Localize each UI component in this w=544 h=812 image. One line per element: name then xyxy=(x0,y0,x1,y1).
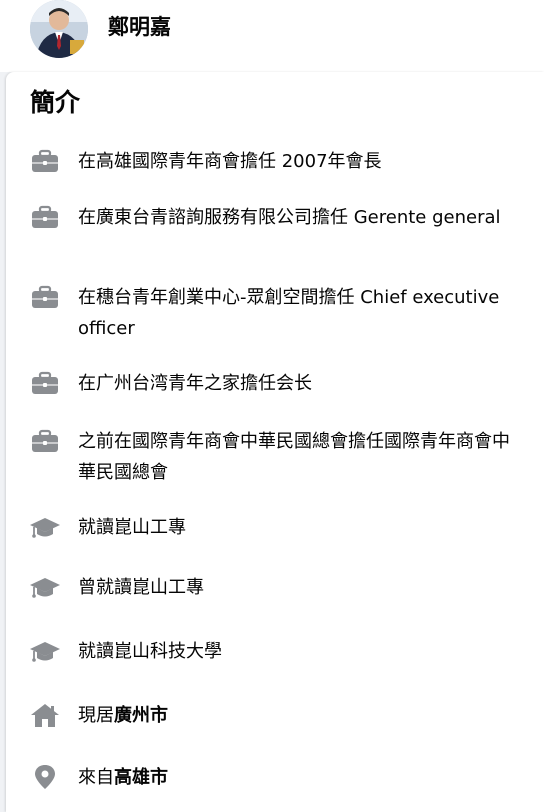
education-item-text: 就讀崑山工專 xyxy=(78,517,186,538)
work-item-text: 在广州台湾青年之家擔任会长 xyxy=(78,373,312,394)
section-title: 簡介 xyxy=(30,88,81,117)
briefcase-icon xyxy=(28,370,62,396)
hometown-place[interactable]: 高雄市 xyxy=(114,767,168,788)
intro-card: 簡介 在高雄國際青年商會擔任 2007年會長 在廣東台青諮詢服務有限公司擔任 G… xyxy=(6,72,544,812)
work-item-text: 之前在國際青年商會中華民國總會擔任國際青年商會中華民國總會 xyxy=(78,431,510,483)
profile-name[interactable]: 鄭明嘉 xyxy=(108,12,171,42)
education-item-text: 就讀崑山科技大學 xyxy=(78,641,222,662)
lives-in-text: 現居廣州市 xyxy=(78,700,518,731)
briefcase-icon xyxy=(28,284,62,310)
lives-in-prefix: 現居 xyxy=(78,705,114,726)
work-item-text: 在廣東台青諮詢服務有限公司擔任 Gerente general xyxy=(78,207,501,228)
hometown-text: 來自高雄市 xyxy=(78,762,518,793)
work-item-text: 在高雄國際青年商會擔任 2007年會長 xyxy=(78,151,382,172)
graduation-cap-icon xyxy=(28,574,62,600)
profile-header: 鄭明嘉 xyxy=(0,0,544,72)
briefcase-icon xyxy=(28,204,62,230)
education-item-text: 曾就讀崑山工專 xyxy=(78,577,204,598)
home-icon xyxy=(28,702,62,728)
map-pin-icon xyxy=(28,764,62,790)
graduation-cap-icon xyxy=(28,638,62,664)
graduation-cap-icon xyxy=(28,514,62,540)
briefcase-icon xyxy=(28,428,62,454)
work-item-text: 在穗台青年創業中心-眾創空間擔任 Chief executive officer xyxy=(78,287,500,339)
avatar[interactable] xyxy=(30,0,88,58)
briefcase-icon xyxy=(28,148,62,174)
hometown-prefix: 來自 xyxy=(78,767,114,788)
lives-in-place[interactable]: 廣州市 xyxy=(114,705,168,726)
